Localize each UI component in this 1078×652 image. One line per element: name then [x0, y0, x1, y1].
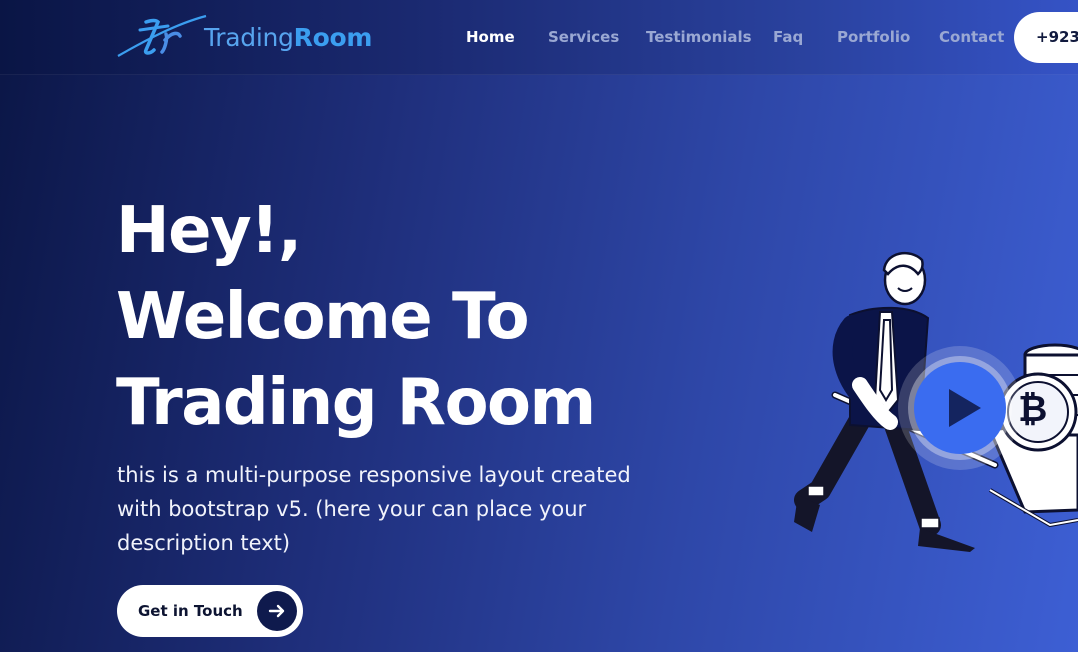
- nav-link-home[interactable]: Home: [466, 28, 515, 46]
- brand-logo[interactable]: TradingRoom: [116, 10, 372, 62]
- nav-link-contact[interactable]: Contact: [939, 28, 1004, 46]
- get-in-touch-label: Get in Touch: [138, 602, 243, 620]
- brand-name-part1: Trading: [204, 23, 294, 52]
- brand-name: TradingRoom: [204, 23, 372, 52]
- nav-link-portfolio[interactable]: Portfolio: [837, 28, 910, 46]
- nav-link-testimonials[interactable]: Testimonials: [646, 28, 752, 46]
- nav-link-faq[interactable]: Faq: [773, 28, 803, 46]
- brand-name-part2: Room: [293, 23, 373, 52]
- hero-title-line2: Welcome To: [116, 280, 530, 354]
- get-in-touch-button[interactable]: Get in Touch: [117, 585, 303, 637]
- hero-description: this is a multi-purpose responsive layou…: [117, 463, 631, 555]
- play-icon: [898, 346, 1022, 470]
- logo-monogram-icon: [117, 14, 207, 57]
- play-video-button[interactable]: [897, 345, 1023, 471]
- arrow-right-icon: [257, 591, 297, 631]
- hero-title-line1: Hey!,: [116, 194, 302, 268]
- phone-button[interactable]: +923: [1014, 12, 1078, 63]
- hero-title: Hey!, Welcome To Trading Room: [116, 188, 596, 446]
- top-navbar: TradingRoom Home Services Testimonials F…: [0, 0, 1078, 75]
- hero-title-line3: Trading Room: [116, 366, 596, 440]
- nav-link-services[interactable]: Services: [548, 28, 619, 46]
